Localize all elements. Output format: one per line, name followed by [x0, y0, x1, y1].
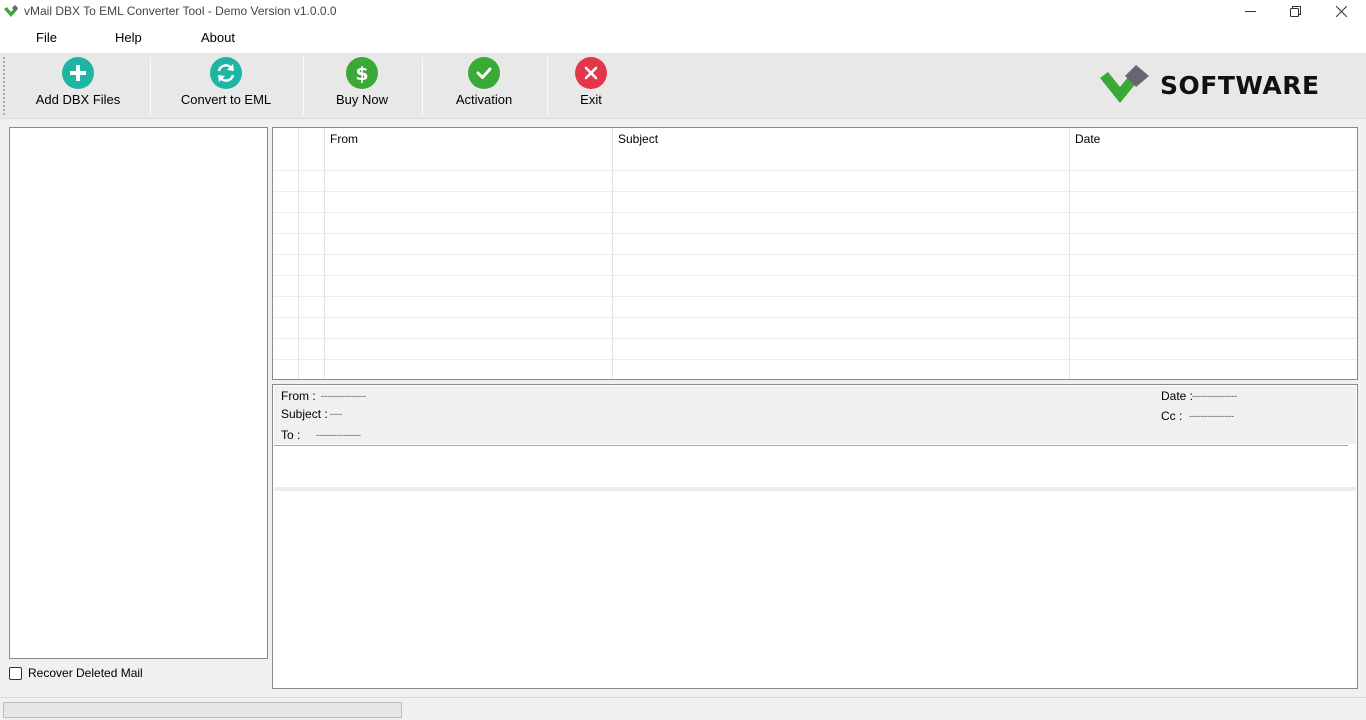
folder-tree-pane[interactable] — [9, 127, 268, 659]
toolbar: Add DBX Files Convert to EML $ Buy Now A… — [0, 53, 1366, 119]
grid-row-divider — [273, 359, 1357, 360]
minimize-button[interactable] — [1227, 0, 1273, 23]
recover-deleted-mail-option[interactable]: Recover Deleted Mail — [9, 666, 143, 680]
window-title: vMail DBX To EML Converter Tool - Demo V… — [24, 4, 337, 18]
activation-button[interactable]: Activation — [452, 57, 516, 115]
close-icon — [1335, 6, 1347, 17]
restore-icon — [1289, 6, 1301, 17]
refresh-icon — [210, 57, 242, 89]
brand-logo-text: SOFTWARE — [1160, 70, 1320, 100]
add-dbx-files-label: Add DBX Files — [35, 92, 121, 107]
preview-date-label: Date : — [1161, 389, 1194, 403]
preview-from-value: --------------- — [321, 391, 366, 401]
preview-to-value: --------------- — [316, 430, 361, 440]
column-header-date[interactable]: Date — [1075, 132, 1100, 146]
title-bar: vMail DBX To EML Converter Tool - Demo V… — [0, 0, 1366, 23]
grid-row-divider — [273, 233, 1357, 234]
recover-deleted-mail-label: Recover Deleted Mail — [28, 666, 143, 680]
menu-file[interactable]: File — [36, 30, 57, 45]
checkmark-icon — [468, 57, 500, 89]
grid-row-divider — [273, 296, 1357, 297]
app-window: vMail DBX To EML Converter Tool - Demo V… — [0, 0, 1366, 720]
minimize-icon — [1244, 11, 1256, 12]
brand-logo-icon — [1100, 65, 1149, 103]
preview-subject-value: ---- — [330, 409, 342, 419]
preview-date-value: --------------- — [1192, 391, 1237, 401]
grid-row-divider — [273, 254, 1357, 255]
buy-now-label: Buy Now — [335, 92, 389, 107]
preview-cc-label: Cc : — [1161, 409, 1183, 423]
mail-list-grid[interactable]: From Subject Date — [272, 127, 1358, 380]
add-icon — [62, 57, 94, 89]
exit-button[interactable]: Exit — [571, 57, 611, 115]
toolbar-separator — [150, 57, 151, 115]
menu-help[interactable]: Help — [115, 30, 142, 45]
preview-header-divider — [274, 445, 1348, 446]
preview-to-label: To : — [281, 428, 301, 442]
exit-label: Exit — [580, 92, 602, 107]
menu-about[interactable]: About — [201, 30, 235, 45]
grid-row-divider — [273, 317, 1357, 318]
toolbar-separator — [547, 57, 548, 115]
svg-text:$: $ — [355, 63, 368, 84]
restore-button[interactable] — [1272, 0, 1318, 23]
convert-to-eml-label: Convert to EML — [180, 92, 272, 107]
convert-to-eml-button[interactable]: Convert to EML — [181, 57, 271, 115]
grid-row-divider — [273, 170, 1357, 171]
grid-row-divider — [273, 275, 1357, 276]
brand-logo: SOFTWARE — [1100, 65, 1320, 105]
preview-header: From : --------------- Subject : ---- To… — [274, 386, 1356, 444]
menu-bar: File Help About — [0, 23, 1366, 53]
app-logo-icon — [4, 5, 18, 17]
preview-subject-label: Subject : — [281, 407, 328, 421]
dollar-icon: $ — [346, 57, 378, 89]
preview-from-label: From : — [281, 389, 316, 403]
grid-row-divider — [273, 338, 1357, 339]
preview-cc-value: --------------- — [1189, 411, 1234, 421]
activation-label: Activation — [455, 92, 513, 107]
toolbar-grip[interactable] — [3, 57, 5, 115]
column-header-from[interactable]: From — [330, 132, 358, 146]
toolbar-separator — [303, 57, 304, 115]
add-dbx-files-button[interactable]: Add DBX Files — [36, 57, 120, 115]
mail-preview-pane[interactable]: From : --------------- Subject : ---- To… — [272, 384, 1358, 689]
grid-row-divider — [273, 212, 1357, 213]
column-header-subject[interactable]: Subject — [618, 132, 658, 146]
buy-now-button[interactable]: $ Buy Now — [332, 57, 392, 115]
close-button[interactable] — [1318, 0, 1364, 23]
recover-deleted-mail-checkbox[interactable] — [9, 666, 22, 680]
close-circle-icon — [575, 57, 607, 89]
grid-row-divider — [273, 191, 1357, 192]
toolbar-separator — [422, 57, 423, 115]
status-bar — [0, 697, 1366, 720]
preview-attachment-strip — [274, 487, 1356, 491]
progress-bar — [3, 702, 402, 718]
